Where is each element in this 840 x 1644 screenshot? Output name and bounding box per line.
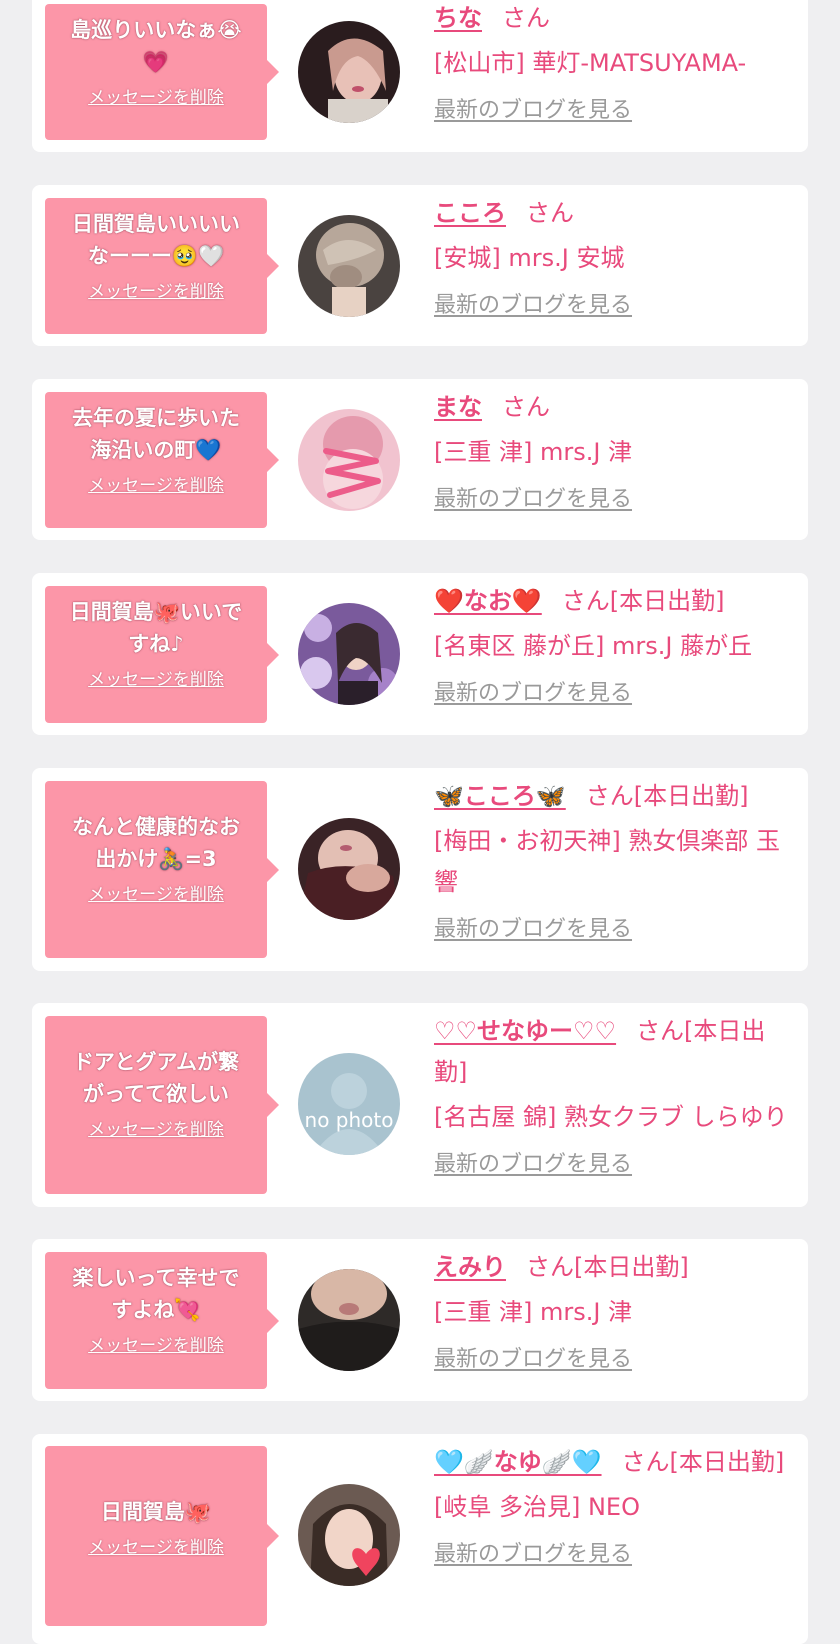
shop-name: [名古屋 錦] 熟女クラブ しらゆり [434,1103,788,1131]
latest-blog-link[interactable]: 最新のブログを見る [434,1540,632,1570]
profile-name-link[interactable]: 🦋こころ🦋 [434,782,566,810]
shop-name: [三重 津] mrs.J 津 [434,438,633,466]
profile-info: ちな さん [松山市] 華灯-MATSUYAMA- 最新のブログを見る [434,0,796,126]
no-photo-label: no photo [305,1108,394,1132]
message-text-line: 日間賀島🐙 [100,1500,212,1524]
delete-message-link[interactable]: メッセージを削除 [88,1536,224,1560]
shop-name: [名東区 藤が丘] mrs.J 藤が丘 [434,632,753,660]
shop-name: [岐阜 多治見] NEO [434,1493,640,1521]
name-line: ♡♡せなゆー♡♡ さん[本日出勤] [434,1011,796,1093]
message-bubble: 日間賀島🐙 メッセージを削除 [45,1446,279,1626]
name-suffix: さん [502,393,550,421]
message-bubble: ドアとグアムが繋 がってて欲しい メッセージを削除 [45,1016,279,1194]
message-card: 去年の夏に歩いた 海沿いの町💙 メッセージを削除 まな さん [三重 津] mrs… [32,379,808,540]
delete-message-link[interactable]: メッセージを削除 [88,883,224,907]
message-card: ドアとグアムが繋 がってて欲しい メッセージを削除 no photo ♡♡せなゆ… [32,1003,808,1207]
name-line: 🩵🪽なゆ🪽🩵 さん[本日出勤] [434,1442,796,1483]
latest-blog-link[interactable]: 最新のブログを見る [434,1150,632,1180]
message-text-line: なーーー🥹🤍 [87,244,225,268]
message-text-line: 海沿いの町💙 [90,438,222,462]
delete-message-link[interactable]: メッセージを削除 [88,280,224,304]
message-card: 楽しいって幸せで すよね💘 メッセージを削除 えみり さん[本日出勤] [三重 津… [32,1239,808,1401]
delete-message-link[interactable]: メッセージを削除 [88,1334,224,1358]
message-card: 日間賀島🐙いいで すね♪ メッセージを削除 ❤️なお❤️ さん[本日出勤] [名東… [32,573,808,735]
message-text-line: 島巡りいいなぁ😭 [70,18,242,42]
delete-message-link[interactable]: メッセージを削除 [88,86,224,110]
message-text-line: 出かけ🚴=3 [95,847,217,871]
latest-blog-link[interactable]: 最新のブログを見る [434,1345,632,1375]
profile-name-link[interactable]: まな [434,393,482,421]
name-suffix: さん [502,4,550,32]
latest-blog-link[interactable]: 最新のブログを見る [434,96,632,126]
avatar[interactable] [298,215,400,317]
name-line: えみり さん[本日出勤] [434,1247,796,1288]
message-text-line: 去年の夏に歩いた [72,406,240,430]
name-suffix: さん [526,199,574,227]
profile-info: ❤️なお❤️ さん[本日出勤] [名東区 藤が丘] mrs.J 藤が丘 最新のブロ… [434,581,796,709]
latest-blog-link[interactable]: 最新のブログを見る [434,915,632,945]
message-text-line: がってて欲しい [83,1082,229,1106]
profile-info: えみり さん[本日出勤] [三重 津] mrs.J 津 最新のブログを見る [434,1247,796,1375]
profile-info: こころ さん [安城] mrs.J 安城 最新のブログを見る [434,193,796,321]
message-card-list: 島巡りいいなぁ😭 💗 メッセージを削除 ちな さん [松山市] 華灯-MATSUY… [0,0,840,1644]
message-bubble: なんと健康的なお 出かけ🚴=3 メッセージを削除 [45,781,279,958]
latest-blog-link[interactable]: 最新のブログを見る [434,485,632,515]
message-text-line: 楽しいって幸せで [72,1266,240,1290]
name-suffix: さん[本日出勤] [621,1448,785,1476]
no-photo-avatar[interactable]: no photo [298,1053,400,1155]
profile-name-link[interactable]: こころ [434,199,506,227]
message-text-line: すね♪ [128,632,184,656]
profile-info: ♡♡せなゆー♡♡ さん[本日出勤] [名古屋 錦] 熟女クラブ しらゆり 最新のブ… [434,1011,796,1180]
name-line: ❤️なお❤️ さん[本日出勤] [434,581,796,622]
name-line: 🦋こころ🦋 さん[本日出勤] [434,776,796,817]
shop-name: [松山市] 華灯-MATSUYAMA- [434,49,747,77]
message-text-line: 💗 [142,50,170,74]
profile-name-link[interactable]: ちな [434,4,482,32]
shop-name: [三重 津] mrs.J 津 [434,1298,633,1326]
shop-name: [安城] mrs.J 安城 [434,244,625,272]
message-text-line: ドアとグアムが繋 [72,1050,240,1074]
name-suffix: さん[本日出勤] [526,1253,689,1281]
profile-name-link[interactable]: 🩵🪽なゆ🪽🩵 [434,1448,602,1476]
message-text-line: 日間賀島🐙いいで [69,600,243,624]
message-bubble: 日間賀島いいいい なーーー🥹🤍 メッセージを削除 [45,198,279,334]
latest-blog-link[interactable]: 最新のブログを見る [434,291,632,321]
profile-info: まな さん [三重 津] mrs.J 津 最新のブログを見る [434,387,796,515]
message-card: 日間賀島🐙 メッセージを削除 🩵🪽なゆ🪽🩵 さん[本日出勤] [岐阜 多治見] N… [32,1434,808,1644]
name-line: ちな さん [434,0,796,39]
profile-info: 🩵🪽なゆ🪽🩵 さん[本日出勤] [岐阜 多治見] NEO 最新のブログを見る [434,1442,796,1570]
message-text-line: なんと健康的なお [72,815,240,839]
avatar[interactable] [298,1269,400,1371]
message-text-line: 日間賀島いいいい [72,212,240,236]
delete-message-link[interactable]: メッセージを削除 [88,474,224,498]
profile-name-link[interactable]: ♡♡せなゆー♡♡ [434,1017,616,1045]
avatar[interactable] [298,1484,400,1586]
message-bubble: 日間賀島🐙いいで すね♪ メッセージを削除 [45,586,279,723]
avatar[interactable] [298,409,400,511]
message-card: 島巡りいいなぁ😭 💗 メッセージを削除 ちな さん [松山市] 華灯-MATSUY… [32,0,808,152]
name-line: こころ さん [434,193,796,234]
delete-message-link[interactable]: メッセージを削除 [88,1118,224,1142]
message-bubble: 楽しいって幸せで すよね💘 メッセージを削除 [45,1252,279,1389]
message-card: なんと健康的なお 出かけ🚴=3 メッセージを削除 🦋こころ🦋 さん[本日出勤] [… [32,768,808,971]
avatar[interactable] [298,21,400,123]
profile-info: 🦋こころ🦋 さん[本日出勤] [梅田・お初天神] 熟女倶楽部 玉響 最新のブログを… [434,776,796,945]
message-bubble: 島巡りいいなぁ😭 💗 メッセージを削除 [45,4,279,140]
avatar[interactable] [298,818,400,920]
name-suffix: さん[本日出勤] [585,782,749,810]
profile-name-link[interactable]: えみり [434,1253,506,1281]
message-card: 日間賀島いいいい なーーー🥹🤍 メッセージを削除 こころ さん [安城] mrs.… [32,185,808,346]
shop-name: [梅田・お初天神] 熟女倶楽部 玉響 [434,827,780,896]
latest-blog-link[interactable]: 最新のブログを見る [434,679,632,709]
message-text-line: すよね💘 [111,1298,201,1322]
avatar[interactable] [298,603,400,705]
profile-name-link[interactable]: ❤️なお❤️ [434,587,542,615]
delete-message-link[interactable]: メッセージを削除 [88,668,224,692]
name-line: まな さん [434,387,796,428]
name-suffix: さん[本日出勤] [561,587,725,615]
message-bubble: 去年の夏に歩いた 海沿いの町💙 メッセージを削除 [45,392,279,528]
